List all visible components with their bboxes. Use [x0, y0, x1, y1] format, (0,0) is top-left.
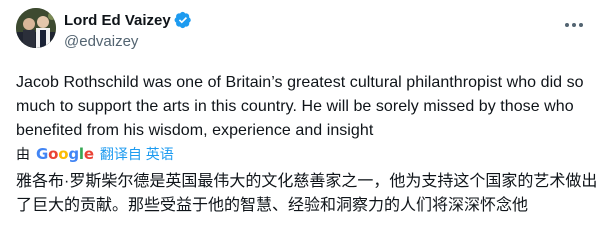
translated-from-link[interactable]: 翻译自 英语: [100, 144, 174, 164]
post-text-original: Jacob Rothschild was one of Britain’s gr…: [16, 74, 584, 139]
verified-badge-icon: [174, 11, 192, 29]
more-options-icon[interactable]: [563, 16, 585, 27]
display-name[interactable]: Lord Ed Vaizey: [64, 12, 171, 29]
post-card: Lord Ed Vaizey @edvaizey Jacob Rothschil…: [0, 0, 607, 247]
google-logo: Google: [36, 145, 94, 163]
translation-attribution: 由 Google 翻译自 英语: [16, 144, 174, 164]
post-text-translated: 雅各布·罗斯柴尔德是英国最伟大的文化慈善家之一，他为支持这个国家的艺术做出了巨大…: [16, 173, 598, 214]
translated-by-label: 由: [16, 146, 30, 162]
avatar[interactable]: [16, 8, 56, 48]
post-header: Lord Ed Vaizey @edvaizey: [64, 10, 563, 51]
user-handle[interactable]: @edvaizey: [64, 33, 563, 51]
name-row: Lord Ed Vaizey: [64, 10, 563, 30]
